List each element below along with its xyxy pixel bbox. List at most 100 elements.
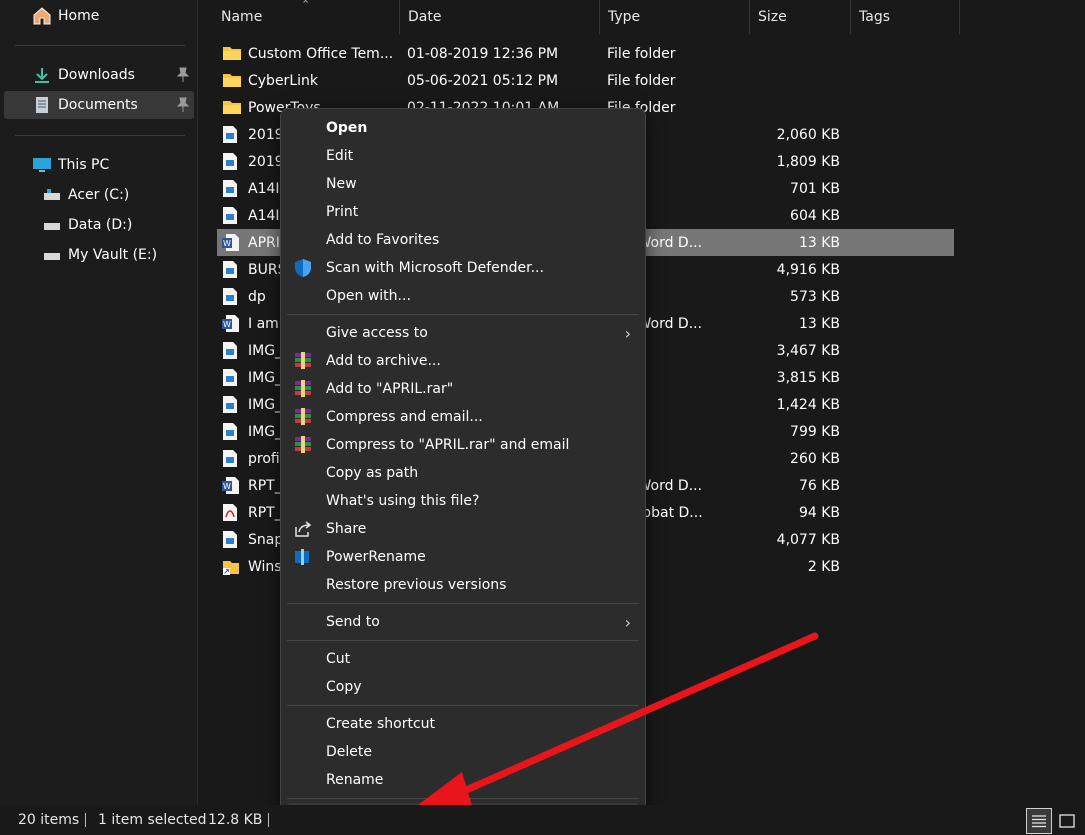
folder-icon xyxy=(222,71,241,90)
menu-item-label: Open xyxy=(326,120,368,136)
file-row[interactable]: CyberLink 05-06-2021 05:12 PM File folder xyxy=(217,67,954,94)
file-size: 573 KB xyxy=(790,288,840,305)
file-size: 3,467 KB xyxy=(776,342,840,359)
winrar-icon xyxy=(293,435,313,455)
menu-item-label: Send to xyxy=(326,614,380,630)
file-size: 76 KB xyxy=(798,477,840,494)
menu-item-add-to-archive[interactable]: Add to archive... xyxy=(287,347,639,375)
selection-count: 1 item selected xyxy=(98,812,207,828)
file-size xyxy=(757,67,840,94)
menu-item-compress-and-email[interactable]: Compress and email... xyxy=(287,403,639,431)
file-size xyxy=(757,40,840,67)
chevron-right-icon: › xyxy=(624,323,631,343)
menu-separator xyxy=(287,798,639,799)
sidebar-item-label: My Vault (E:) xyxy=(68,247,158,263)
menu-item-label: Print xyxy=(326,204,359,220)
pin-icon[interactable] xyxy=(176,97,190,113)
menu-item-print[interactable]: Print xyxy=(287,198,639,226)
menu-item-label: PowerRename xyxy=(326,549,426,565)
menu-item-compress-to-april-rar-and-email[interactable]: Compress to "APRIL.rar" and email xyxy=(287,431,639,459)
menu-item-label: Copy xyxy=(326,679,362,695)
drive-icon xyxy=(42,185,62,205)
column-header-date[interactable]: Date xyxy=(400,0,600,34)
sidebar-item-downloads[interactable]: Downloads xyxy=(4,61,194,89)
menu-item-create-shortcut[interactable]: Create shortcut xyxy=(287,710,639,738)
file-size: 4,077 KB xyxy=(776,531,840,548)
menu-item-share[interactable]: Share xyxy=(287,515,639,543)
menu-item-label: Rename xyxy=(326,772,384,788)
file-size: 3,815 KB xyxy=(776,369,840,386)
menu-item-label: Share xyxy=(326,521,367,537)
menu-item-label: What's using this file? xyxy=(326,493,480,509)
winrar-icon xyxy=(293,379,313,399)
image-file-icon xyxy=(222,341,240,360)
sidebar-divider xyxy=(15,45,185,46)
menu-item-label: New xyxy=(326,176,357,192)
file-size: 799 KB xyxy=(790,423,840,440)
image-file-icon xyxy=(222,449,240,468)
menu-item-label: Cut xyxy=(326,651,351,667)
column-header-tags[interactable]: Tags xyxy=(851,0,960,34)
sidebar-item-home[interactable]: Home xyxy=(4,2,194,30)
navigation-pane: Home Downloads Documents This PC Acer (C… xyxy=(0,0,197,805)
pdf-icon xyxy=(222,503,240,522)
computer-icon xyxy=(32,155,52,175)
menu-item-copy-as-path[interactable]: Copy as path xyxy=(287,459,639,487)
image-file-icon xyxy=(222,368,240,387)
menu-item-add-to-april-rar[interactable]: Add to "APRIL.rar" xyxy=(287,375,639,403)
menu-item-copy[interactable]: Copy xyxy=(287,673,639,701)
menu-separator xyxy=(287,314,639,315)
menu-separator xyxy=(287,705,639,706)
menu-item-rename[interactable]: Rename xyxy=(287,766,639,794)
download-icon xyxy=(32,65,52,85)
image-file-icon xyxy=(222,179,240,198)
image-file-icon xyxy=(222,422,240,441)
sidebar-item-documents[interactable]: Documents xyxy=(4,91,194,119)
menu-item-label: Create shortcut xyxy=(326,716,436,732)
menu-item-send-to[interactable]: Send to › xyxy=(287,608,639,636)
file-size: 4,916 KB xyxy=(776,261,840,278)
menu-item-label: Add to "APRIL.rar" xyxy=(326,381,454,397)
menu-item-give-access-to[interactable]: Give access to › xyxy=(287,319,639,347)
image-file-icon xyxy=(222,395,240,414)
sort-ascending-icon: ⌃ xyxy=(301,0,311,11)
menu-item-new[interactable]: New xyxy=(287,170,639,198)
menu-item-label: Delete xyxy=(326,744,372,760)
file-date: 05-06-2021 05:12 PM xyxy=(407,72,559,89)
menu-item-edit[interactable]: Edit xyxy=(287,142,639,170)
details-view-button[interactable] xyxy=(1026,808,1052,834)
menu-item-label: Restore previous versions xyxy=(326,577,507,593)
image-file-icon xyxy=(222,125,240,144)
details-view-icon xyxy=(1032,815,1046,828)
file-type: File folder xyxy=(607,72,676,89)
menu-item-restore-previous-versions[interactable]: Restore previous versions xyxy=(287,571,639,599)
menu-item-cut[interactable]: Cut xyxy=(287,645,639,673)
svg-text:W: W xyxy=(223,239,231,248)
pin-icon[interactable] xyxy=(176,67,190,83)
file-size: 604 KB xyxy=(790,207,840,224)
menu-item-delete[interactable]: Delete xyxy=(287,738,639,766)
menu-item-what-s-using-this-file[interactable]: What's using this file? xyxy=(287,487,639,515)
menu-item-scan-with-microsoft-defender[interactable]: Scan with Microsoft Defender... xyxy=(287,254,639,282)
sidebar-item-label: This PC xyxy=(58,157,110,173)
sidebar-item-drive-e[interactable]: My Vault (E:) xyxy=(4,241,194,269)
file-row[interactable]: Custom Office Tem... 01-08-2019 12:36 PM F… xyxy=(217,40,954,67)
sidebar-item-drive-c[interactable]: Acer (C:) xyxy=(4,181,194,209)
column-header-type[interactable]: Type xyxy=(600,0,750,34)
file-name: Custom Office Tem... xyxy=(248,45,394,62)
image-file-icon xyxy=(222,152,240,171)
folder-icon xyxy=(222,44,241,63)
large-icons-view-button[interactable] xyxy=(1054,808,1080,834)
powerrename-icon xyxy=(293,547,313,567)
menu-item-add-to-favorites[interactable]: Add to Favorites xyxy=(287,226,639,254)
menu-item-open[interactable]: Open xyxy=(287,114,639,142)
sidebar-divider xyxy=(15,135,185,136)
menu-item-label: Copy as path xyxy=(326,465,419,481)
folder-icon xyxy=(222,98,241,117)
menu-item-powerrename[interactable]: PowerRename xyxy=(287,543,639,571)
sidebar-item-this-pc[interactable]: This PC xyxy=(4,151,194,179)
column-header-size[interactable]: Size xyxy=(750,0,851,34)
sidebar-item-drive-d[interactable]: Data (D:) xyxy=(4,211,194,239)
menu-item-open-with[interactable]: Open with... xyxy=(287,282,639,310)
pane-divider[interactable] xyxy=(197,0,198,805)
